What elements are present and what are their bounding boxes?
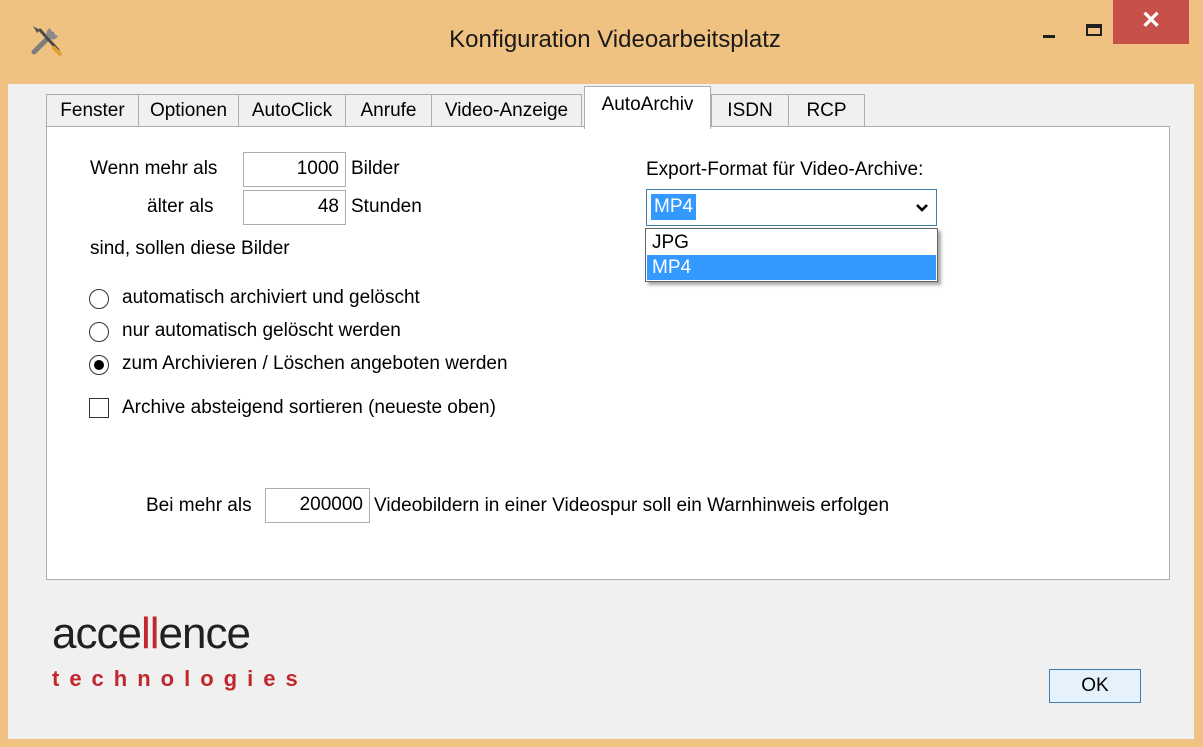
radio-delete-only[interactable] (89, 322, 109, 342)
export-format-value: MP4 (651, 194, 697, 220)
window-title: Konfiguration Videoarbeitsplatz (449, 26, 781, 53)
dialog-window: Konfiguration Videoarbeitsplatz ✕ Fenste… (0, 0, 1203, 747)
radio-delete-only-label[interactable]: nur automatisch gelöscht werden (122, 320, 401, 342)
radio-archive-delete[interactable] (89, 289, 109, 309)
warn-prefix-label: Bei mehr als (146, 495, 252, 516)
logo-text-a: acce (52, 609, 142, 658)
tab-fenster[interactable]: Fenster (46, 94, 139, 128)
sort-descending-checkbox[interactable] (89, 398, 109, 418)
maximize-icon[interactable] (1075, 16, 1115, 46)
images-unit-label: Bilder (351, 158, 400, 179)
sort-descending-label[interactable]: Archive absteigend sortieren (neueste ob… (122, 397, 496, 419)
then-label: sind, sollen diese Bilder (90, 238, 290, 259)
title-bar[interactable]: Konfiguration Videoarbeitsplatz ✕ (0, 0, 1203, 84)
close-icon[interactable]: ✕ (1113, 0, 1189, 44)
images-threshold-input[interactable]: 1000 (243, 152, 346, 187)
tab-video-anzeige[interactable]: Video-Anzeige (431, 94, 582, 128)
more-than-label: Wenn mehr als (90, 158, 218, 179)
tab-optionen[interactable]: Optionen (138, 94, 239, 128)
warn-suffix-label: Videobildern in einer Videospur soll ein… (374, 495, 890, 516)
tab-anrufe[interactable]: Anrufe (345, 94, 432, 128)
tab-autoclick[interactable]: AutoClick (238, 94, 346, 128)
export-format-label: Export-Format für Video-Archive: (646, 159, 924, 180)
dropdown-option-jpg[interactable]: JPG (647, 230, 936, 255)
hours-unit-label: Stunden (351, 196, 422, 217)
minimize-icon[interactable] (1031, 16, 1071, 46)
company-logo-subtitle: technologies (52, 666, 308, 691)
export-format-select[interactable]: MP4 (646, 189, 937, 226)
radio-archive-delete-label[interactable]: automatisch archiviert und gelöscht (122, 287, 420, 309)
tab-isdn[interactable]: ISDN (711, 94, 789, 128)
export-format-dropdown: JPG MP4 (645, 228, 938, 282)
ok-button[interactable]: OK (1049, 669, 1141, 703)
tab-rcp[interactable]: RCP (788, 94, 865, 128)
tab-autoarchiv[interactable]: AutoArchiv (584, 86, 711, 129)
logo-text-b: ence (158, 609, 251, 658)
radio-offer-archive-label[interactable]: zum Archivieren / Löschen angeboten werd… (122, 353, 508, 375)
radio-offer-archive[interactable] (89, 355, 109, 375)
older-than-label: älter als (147, 196, 214, 217)
chevron-down-icon[interactable] (908, 190, 936, 225)
company-logo: accellence (52, 609, 251, 659)
dropdown-option-mp4[interactable]: MP4 (647, 255, 936, 280)
logo-text-ll: ll (140, 609, 160, 658)
warn-threshold-input[interactable]: 200000 (265, 488, 370, 523)
hours-threshold-input[interactable]: 48 (243, 190, 346, 225)
